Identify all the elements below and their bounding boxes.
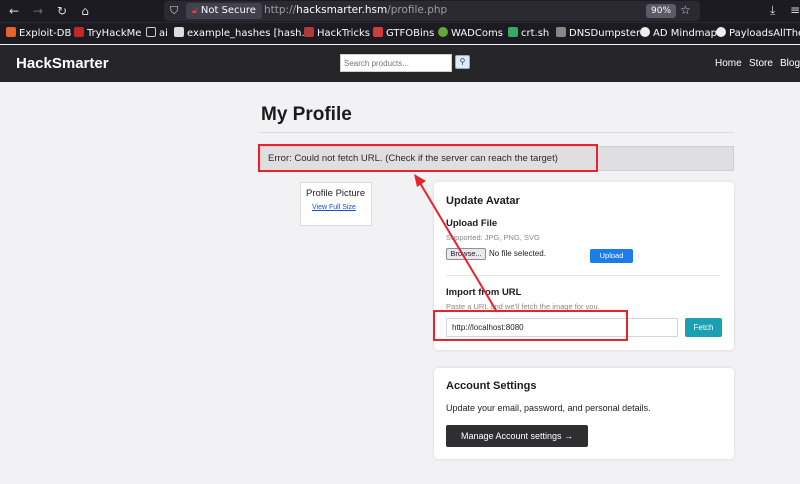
- bookmarks-bar: Exploit-DB TryHackMe ai example_hashes […: [0, 22, 800, 44]
- manage-account-button[interactable]: Manage Account settings →: [446, 425, 588, 447]
- update-avatar-heading: Update Avatar: [446, 195, 520, 207]
- hashcat-icon: [174, 27, 184, 37]
- zoom-level[interactable]: 90%: [646, 4, 677, 18]
- nav-store[interactable]: Store: [749, 58, 773, 69]
- import-url-heading: Import from URL: [446, 287, 522, 298]
- tryhackme-icon: [74, 27, 84, 37]
- bookmark-example-hashes[interactable]: example_hashes [hash...: [174, 27, 311, 39]
- account-settings-heading: Account Settings: [446, 380, 537, 392]
- bookmark-star-icon[interactable]: ☆: [680, 3, 691, 17]
- section-divider: [446, 275, 720, 276]
- bookmark-folder-ai[interactable]: ai: [146, 27, 168, 39]
- url-text[interactable]: http://hacksmarter.hsm/profile.php: [264, 4, 447, 16]
- wadcoms-icon: [438, 27, 448, 37]
- bookmark-ad-mindmap[interactable]: AD Mindmap: [640, 27, 717, 39]
- bookmark-exploit-db[interactable]: Exploit-DB: [6, 27, 71, 39]
- download-icon[interactable]: ⤓: [770, 3, 775, 18]
- exploit-db-icon: [6, 27, 16, 37]
- site-header: HackSmarter ⚲ Home Store Blog: [0, 45, 800, 82]
- bookmark-tryhackme[interactable]: TryHackMe: [74, 27, 141, 39]
- browser-toolbar: ← → ↻ ⌂ ⛉ 🔓︎ Not Secure http://hacksmarte…: [0, 0, 800, 22]
- address-bar[interactable]: ⛉ 🔓︎ Not Secure http://hacksmarter.hsm/pr…: [164, 1, 700, 21]
- home-icon[interactable]: ⌂: [77, 3, 93, 19]
- bookmark-payloadsallthethings[interactable]: PayloadsAllTheT: [716, 27, 800, 39]
- github-icon: [716, 27, 726, 37]
- crtsh-icon: [508, 27, 518, 37]
- reload-icon[interactable]: ↻: [54, 3, 70, 19]
- search-input[interactable]: [340, 54, 452, 72]
- bookmark-crtsh[interactable]: crt.sh: [508, 27, 549, 39]
- annotation-box-error: [258, 144, 598, 172]
- bookmark-dnsdumpster[interactable]: DNSDumpster: [556, 27, 640, 39]
- profile-picture-label: Profile Picture: [306, 188, 366, 199]
- insecure-lock-icon: 🔓︎: [192, 6, 198, 16]
- nav-blog[interactable]: Blog: [780, 58, 800, 69]
- no-file-label: No file selected.: [489, 249, 546, 258]
- forward-icon[interactable]: →: [30, 3, 46, 19]
- annotation-box-url: [433, 310, 628, 341]
- shield-icon[interactable]: ⛉: [170, 4, 178, 18]
- bookmark-gtfobins[interactable]: GTFOBins: [373, 27, 434, 39]
- github-icon: [640, 27, 650, 37]
- folder-icon: [146, 27, 156, 37]
- arrow-head: [414, 174, 426, 187]
- divider: [260, 132, 734, 133]
- search-icon: ⚲: [459, 57, 466, 66]
- gtfobins-icon: [373, 27, 383, 37]
- hacktricks-icon: [304, 27, 314, 37]
- search-button[interactable]: ⚲: [455, 55, 470, 69]
- view-full-size-link[interactable]: View Full Size: [312, 204, 356, 211]
- overflow-icon[interactable]: ≡: [790, 3, 800, 17]
- supported-formats: Supported: JPG, PNG, SVG: [446, 233, 540, 242]
- back-icon[interactable]: ←: [6, 3, 22, 19]
- upload-file-heading: Upload File: [446, 218, 498, 229]
- bookmark-wadcoms[interactable]: WADComs: [438, 27, 503, 39]
- dnsdumpster-icon: [556, 27, 566, 37]
- account-settings-description: Update your email, password, and persona…: [446, 403, 651, 413]
- upload-button[interactable]: Upload: [590, 249, 633, 263]
- fetch-button[interactable]: Fetch: [685, 318, 722, 337]
- browse-button[interactable]: Browse...: [446, 248, 486, 260]
- page-title: My Profile: [261, 104, 352, 125]
- brand-logo[interactable]: HackSmarter: [16, 55, 109, 72]
- not-secure-badge[interactable]: 🔓︎ Not Secure: [186, 3, 262, 19]
- bookmark-hacktricks[interactable]: HackTricks: [304, 27, 370, 39]
- nav-home[interactable]: Home: [715, 58, 742, 69]
